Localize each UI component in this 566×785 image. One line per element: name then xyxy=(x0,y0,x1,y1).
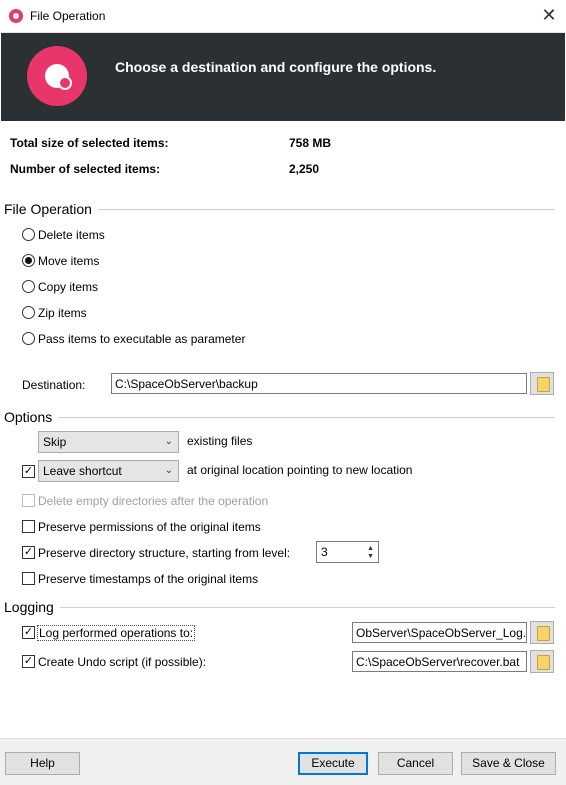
spin-down-icon[interactable]: ▼ xyxy=(367,553,374,560)
existing-files-suffix: existing files xyxy=(187,434,253,448)
undo-script-checkbox[interactable]: ✓ xyxy=(22,655,35,668)
close-icon[interactable]: ✕ xyxy=(538,4,560,26)
undo-script-label[interactable]: Create Undo script (if possible): xyxy=(38,655,206,669)
folder-icon xyxy=(537,377,550,392)
cancel-button[interactable]: Cancel xyxy=(378,752,453,775)
undo-script-browse-button[interactable] xyxy=(530,650,554,673)
shortcut-suffix: at original location pointing to new loc… xyxy=(187,463,413,477)
undo-script-input[interactable]: C:\SpaceObServer\recover.bat xyxy=(352,651,527,672)
file-operation-heading: File Operation xyxy=(4,201,98,217)
app-logo-icon xyxy=(9,9,23,23)
radio-delete-items-label[interactable]: Delete items xyxy=(38,228,105,242)
radio-move-items-label[interactable]: Move items xyxy=(38,254,99,268)
structure-level-value: 3 xyxy=(321,545,328,559)
preserve-structure-checkbox[interactable]: ✓ xyxy=(22,546,35,559)
help-button[interactable]: Help xyxy=(5,752,80,775)
item-count-value: 2,250 xyxy=(289,162,320,176)
structure-level-spinner[interactable]: 3 ▲ ▼ xyxy=(316,541,379,563)
window-title: File Operation xyxy=(30,9,106,23)
destination-input[interactable]: C:\SpaceObServer\backup xyxy=(111,373,527,394)
shortcut-dropdown[interactable]: Leave shortcut ⌄ xyxy=(38,460,179,482)
preserve-timestamps-label[interactable]: Preserve timestamps of the original item… xyxy=(38,572,258,586)
delete-empty-dirs-label: Delete empty directories after the opera… xyxy=(38,494,269,508)
folder-icon xyxy=(537,655,550,670)
logging-divider xyxy=(4,607,555,608)
preserve-permissions-checkbox[interactable] xyxy=(22,520,35,533)
chevron-down-icon: ⌄ xyxy=(164,465,173,476)
logging-heading: Logging xyxy=(4,599,60,615)
delete-empty-dirs-checkbox xyxy=(22,494,35,507)
preserve-structure-label[interactable]: Preserve directory structure, starting f… xyxy=(38,546,290,560)
spin-up-icon[interactable]: ▲ xyxy=(367,545,374,552)
radio-move-items[interactable] xyxy=(22,254,35,267)
options-divider xyxy=(4,417,555,418)
preserve-timestamps-checkbox[interactable] xyxy=(22,572,35,585)
leave-shortcut-checkbox[interactable]: ✓ xyxy=(22,465,35,478)
preserve-permissions-label[interactable]: Preserve permissions of the original ite… xyxy=(38,520,261,534)
execute-button[interactable]: Execute xyxy=(298,752,368,775)
folder-icon xyxy=(537,626,550,641)
save-close-button[interactable]: Save & Close xyxy=(461,752,556,775)
log-file-browse-button[interactable] xyxy=(530,621,554,644)
total-size-label: Total size of selected items: xyxy=(10,136,169,150)
radio-delete-items[interactable] xyxy=(22,228,35,241)
existing-files-dropdown[interactable]: Skip ⌄ xyxy=(38,431,179,453)
radio-copy-items-label[interactable]: Copy items xyxy=(38,280,98,294)
radio-pass-executable[interactable] xyxy=(22,332,35,345)
destination-browse-button[interactable] xyxy=(530,372,554,395)
brand-logo-dot xyxy=(58,76,72,90)
existing-files-dropdown-value: Skip xyxy=(43,435,67,449)
radio-pass-executable-label[interactable]: Pass items to executable as parameter xyxy=(38,332,245,346)
options-heading: Options xyxy=(4,409,59,425)
log-file-input[interactable]: ObServer\SpaceObServer_Log.txt xyxy=(352,622,527,643)
radio-zip-items-label[interactable]: Zip items xyxy=(38,306,87,320)
destination-label: Destination: xyxy=(22,378,86,392)
radio-zip-items[interactable] xyxy=(22,306,35,319)
chevron-down-icon: ⌄ xyxy=(164,436,173,447)
radio-copy-items[interactable] xyxy=(22,280,35,293)
log-operations-checkbox[interactable]: ✓ xyxy=(22,626,35,639)
shortcut-dropdown-value: Leave shortcut xyxy=(43,464,122,478)
total-size-value: 758 MB xyxy=(289,136,332,150)
item-count-label: Number of selected items: xyxy=(10,162,161,176)
log-operations-label[interactable]: Log performed operations to: xyxy=(37,625,196,641)
banner-heading: Choose a destination and configure the o… xyxy=(115,59,437,75)
